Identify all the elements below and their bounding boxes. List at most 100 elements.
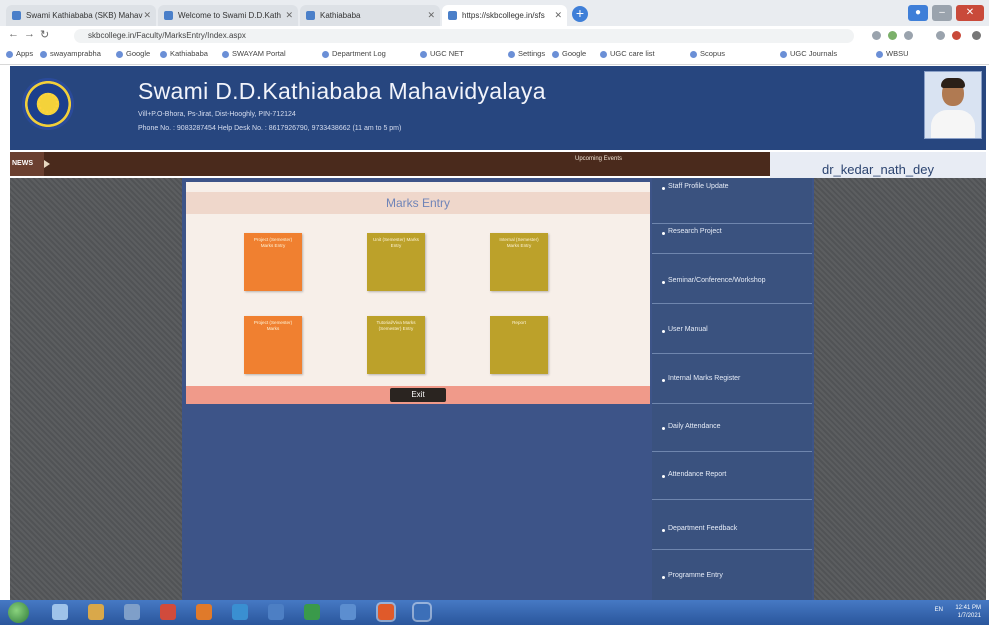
cast-icon[interactable] xyxy=(936,31,945,40)
marks-entry-tile[interactable]: Project (Semester) Marks xyxy=(244,316,302,374)
minimize-icon[interactable]: – xyxy=(932,5,952,21)
word-icon[interactable] xyxy=(268,604,284,620)
browser-toolbar: ← → ↻ skbcollege.in/Faculty/MarksEntry/I… xyxy=(0,26,989,47)
clock-date: 1/7/2021 xyxy=(957,613,981,619)
bookmark-item[interactable]: Kathiababa xyxy=(160,49,208,58)
menu-item-user-manual[interactable]: User Manual xyxy=(652,308,812,354)
menu-item-attendance-report[interactable]: Attendance Report xyxy=(652,454,812,500)
bullet-icon xyxy=(662,232,665,235)
close-window-icon[interactable]: ✕ xyxy=(956,5,984,21)
app-icon[interactable] xyxy=(414,604,430,620)
language-indicator[interactable]: EN xyxy=(935,607,943,613)
menu-item-label: Research Project xyxy=(668,228,722,235)
new-tab-button[interactable]: + xyxy=(572,6,588,22)
marks-entry-tile[interactable]: Project (Semester) Marks Entry xyxy=(244,233,302,291)
favicon-icon xyxy=(164,11,173,20)
bookmark-item[interactable]: Settings xyxy=(508,49,545,58)
file-explorer-icon[interactable] xyxy=(88,604,104,620)
excel-icon[interactable] xyxy=(304,604,320,620)
tile-label: Project (Semester) Marks Entry xyxy=(253,237,293,248)
back-icon[interactable]: ← xyxy=(8,28,19,40)
menu-item-research-project[interactable]: Research Project xyxy=(652,208,812,254)
browser-tab-active[interactable]: https://skbcollege.in/sfs ✕ xyxy=(442,5,567,26)
site-header: Swami D.D.Kathiababa Mahavidyalaya Vill+… xyxy=(10,66,986,150)
exit-button[interactable]: Exit xyxy=(390,388,446,402)
bookmark-item[interactable]: UGC Journals xyxy=(780,49,837,58)
tile-label: Tutorial/Viva Marks (Semester) Entry xyxy=(376,320,416,331)
profile-icon[interactable]: ● xyxy=(908,5,928,21)
close-tab-icon[interactable]: ✕ xyxy=(554,5,562,26)
close-tab-icon[interactable]: ✕ xyxy=(427,5,435,26)
start-button-icon[interactable] xyxy=(8,602,29,623)
media-icon[interactable] xyxy=(124,604,140,620)
app-icon[interactable] xyxy=(232,604,248,620)
menu-item-label: Programme Entry xyxy=(668,572,723,579)
bookmark-item[interactable]: Scopus xyxy=(690,49,725,58)
address-bar[interactable]: skbcollege.in/Faculty/MarksEntry/Index.a… xyxy=(74,29,854,43)
marks-entry-tile[interactable]: Tutorial/Viva Marks (Semester) Entry xyxy=(367,316,425,374)
browser-tab[interactable]: Welcome to Swami D.D.Kath ✕ xyxy=(158,5,298,26)
photo-shirt xyxy=(931,110,975,138)
tile-label: Internal (Semester) Marks Entry xyxy=(499,237,539,248)
extension-icon[interactable] xyxy=(888,31,897,40)
bookmark-item[interactable]: Google xyxy=(116,49,150,58)
college-phone: Phone No. : 9083287454 Help Desk No. : 8… xyxy=(138,125,402,132)
marks-entry-panel: Marks Entry Project (Semester) Marks Ent… xyxy=(186,182,650,404)
favicon-icon xyxy=(306,11,315,20)
college-name: Swami D.D.Kathiababa Mahavidyalaya xyxy=(138,78,546,104)
app-icon[interactable] xyxy=(160,604,176,620)
user-photo xyxy=(924,71,982,139)
browser-tab[interactable]: Kathiababa ✕ xyxy=(300,5,440,26)
forward-icon[interactable]: → xyxy=(24,28,35,40)
close-tab-icon[interactable]: ✕ xyxy=(143,5,151,26)
right-sidebar-menu: Staff Profile Update Research Project Se… xyxy=(652,178,812,600)
menu-item-label: Seminar/Conference/Workshop xyxy=(668,277,766,284)
close-tab-icon[interactable]: ✕ xyxy=(285,5,293,26)
photo-hair xyxy=(941,78,965,88)
bullet-icon xyxy=(662,379,665,382)
bookmark-item[interactable]: UGC NET xyxy=(420,49,464,58)
star-icon[interactable] xyxy=(872,31,881,40)
tab-title: Swami Kathiababa (SKB) Mahav xyxy=(26,11,143,20)
marks-entry-tile[interactable]: Internal (Semester) Marks Entry xyxy=(490,233,548,291)
clock-time: 12:41 PM xyxy=(955,605,981,611)
bookmark-item[interactable]: SWAYAM Portal xyxy=(222,49,286,58)
account-icon[interactable] xyxy=(952,31,961,40)
college-address: Vill+P.O-Bhora, Ps-Jirat, Dist-Hooghly, … xyxy=(138,111,296,118)
chrome-icon[interactable] xyxy=(378,604,394,620)
favicon-icon xyxy=(448,11,457,20)
menu-item-department-feedback[interactable]: Department Feedback xyxy=(652,504,812,550)
bookmark-item[interactable]: Apps xyxy=(6,49,33,58)
panel-title: Marks Entry xyxy=(186,192,650,214)
bullet-icon xyxy=(662,529,665,532)
favicon-icon xyxy=(12,11,21,20)
firefox-icon[interactable] xyxy=(196,604,212,620)
app-icon[interactable] xyxy=(340,604,356,620)
menu-item-daily-attendance[interactable]: Daily Attendance xyxy=(652,406,812,452)
ie-icon[interactable] xyxy=(52,604,68,620)
clock[interactable]: 12:41 PM 1/7/2021 xyxy=(955,604,981,620)
logo-emblem-icon xyxy=(38,93,58,113)
tab-title: https://skbcollege.in/sfs xyxy=(462,11,545,20)
bookmark-item[interactable]: UGC care list xyxy=(600,49,655,58)
menu-item-label: Staff Profile Update xyxy=(668,183,729,190)
bookmark-item[interactable]: Google xyxy=(552,49,586,58)
browser-tab[interactable]: Swami Kathiababa (SKB) Mahav ✕ xyxy=(6,5,156,26)
menu-icon[interactable] xyxy=(972,31,981,40)
bullet-icon xyxy=(662,281,665,284)
bookmark-item[interactable]: WBSU xyxy=(876,49,909,58)
logged-in-username: dr_kedar_nath_dey xyxy=(770,152,986,180)
marks-entry-tile[interactable]: Unit (Semester) Marks Entry xyxy=(367,233,425,291)
bullet-icon xyxy=(662,330,665,333)
news-text[interactable]: Upcoming Events xyxy=(575,156,622,162)
bookmark-item[interactable]: swayamprabha xyxy=(40,49,101,58)
marks-entry-tile[interactable]: Report xyxy=(490,316,548,374)
menu-item-programme-entry[interactable]: Programme Entry xyxy=(652,552,812,598)
extension-icon[interactable] xyxy=(904,31,913,40)
menu-item-internal-marks[interactable]: Internal Marks Register xyxy=(652,358,812,404)
news-arrow-icon xyxy=(44,160,50,168)
menu-item-label: Department Feedback xyxy=(668,525,738,532)
bookmark-item[interactable]: Department Log xyxy=(322,49,386,58)
reload-icon[interactable]: ↻ xyxy=(40,28,49,41)
menu-item-seminar[interactable]: Seminar/Conference/Workshop xyxy=(652,258,812,304)
